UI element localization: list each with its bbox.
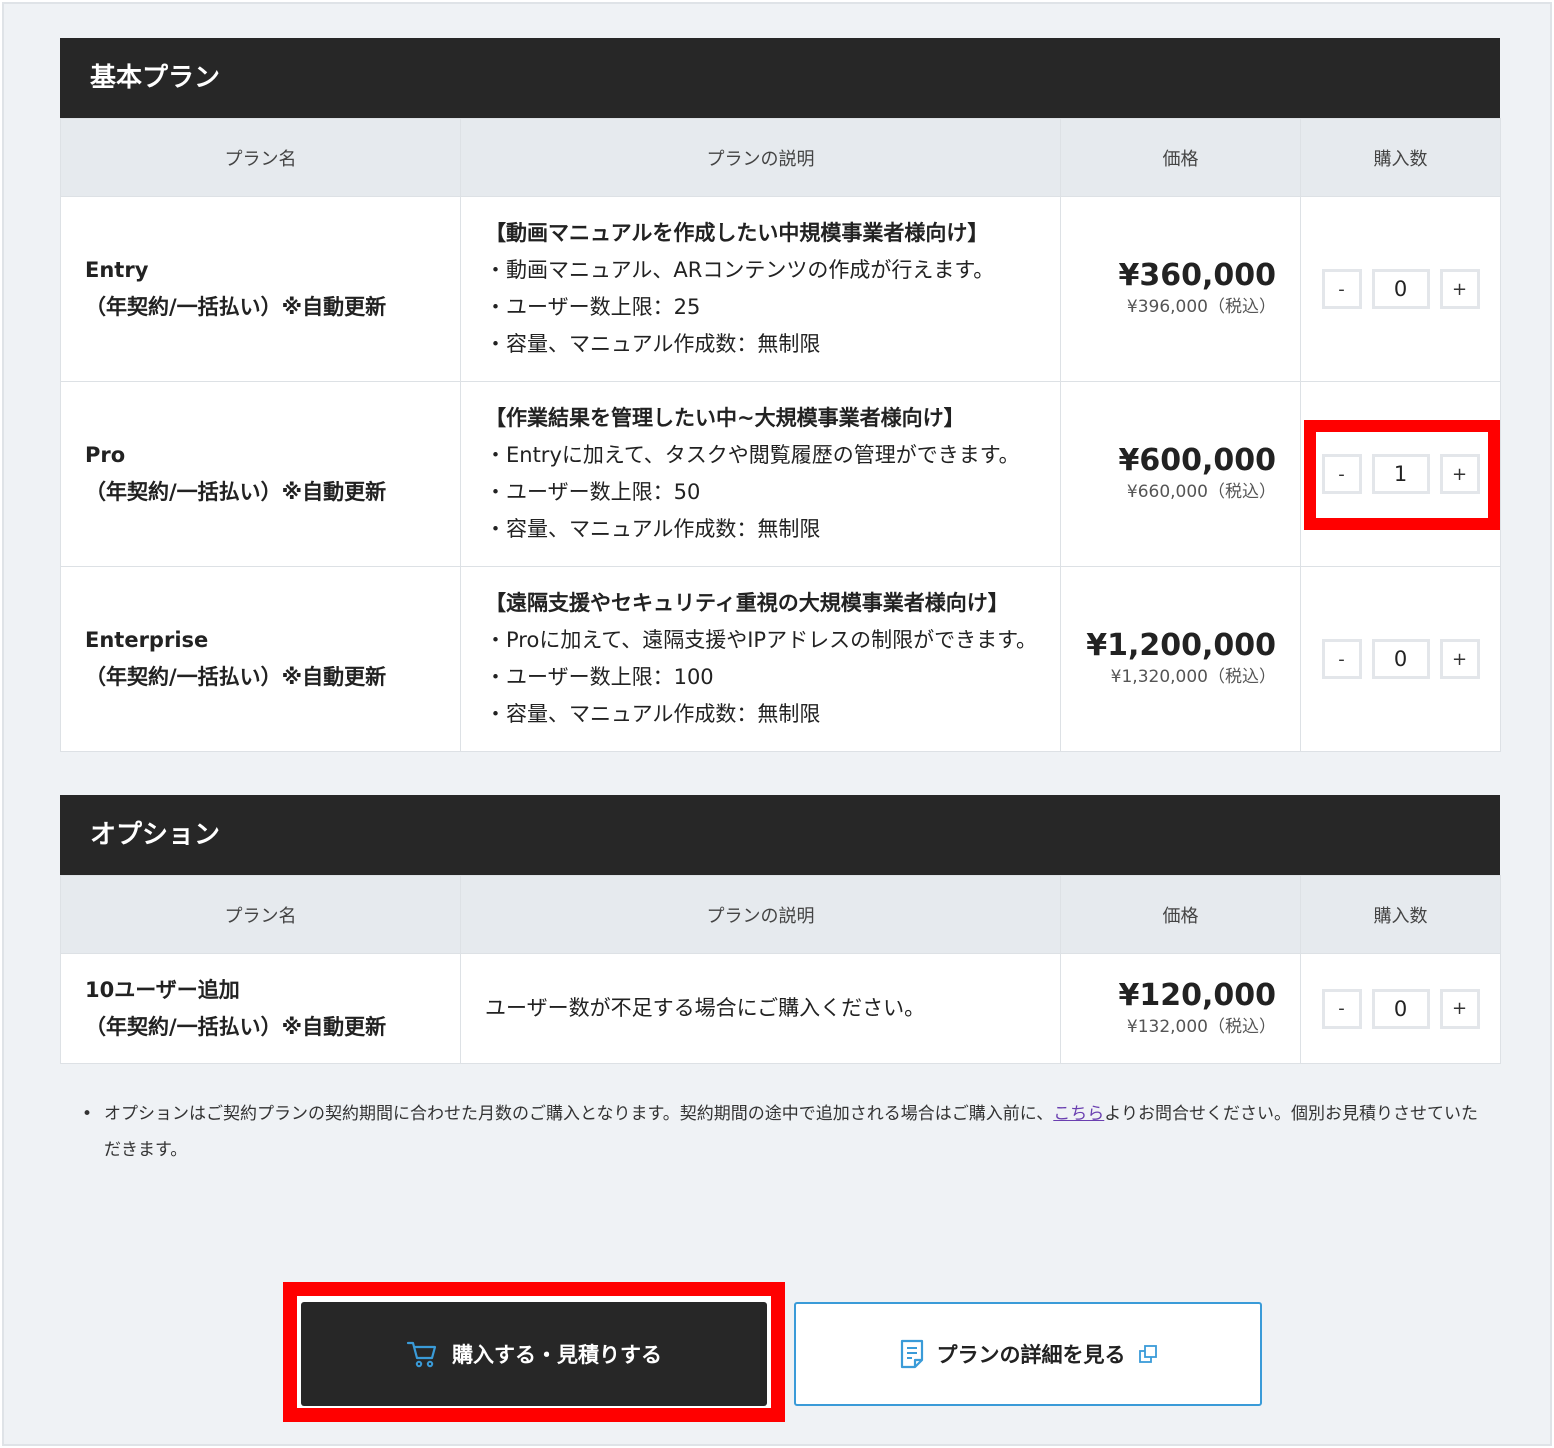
plan-feature: ・Proに加えて、遠隔支援やIPアドレスの制限ができます。 [485,628,1037,652]
plan-name: Pro [85,443,126,467]
note-bullet: • [82,1104,93,1124]
plan-feature: ・動画マニュアル、ARコンテンツの作成が行えます。 [485,258,995,282]
note-text-before: オプションはご契約プランの契約期間に合わせた月数のご購入となります。契約期間の途… [104,1104,1054,1124]
plan-description-cell: ユーザー数が不足する場合にご購入ください。 [460,953,1061,1064]
plan-feature: ・ユーザー数上限：25 [485,295,701,319]
plan-price: ¥360,000 [1118,258,1276,293]
buy-estimate-label: 購入する・見積りする [452,1343,662,1367]
plan-quantity-cell: - + [1300,566,1501,752]
increment-button[interactable]: + [1439,639,1480,679]
quantity-stepper-entry: - + [1321,269,1480,309]
plan-price: ¥600,000 [1118,443,1276,478]
cart-icon [406,1340,438,1368]
col-header-quantity: 購入数 [1300,875,1501,954]
plan-description-cell: 【動画マニュアルを作成したい中規模事業者様向け】 ・動画マニュアル、ARコンテン… [460,196,1061,382]
plan-price-tax: ¥660,000（税込） [1126,482,1276,502]
plan-term: （年契約/一括払い）※自動更新 [85,665,387,689]
plan-lead: 【作業結果を管理したい中~大規模事業者様向け】 [485,406,965,430]
quantity-stepper-enterprise: - + [1321,639,1480,679]
increment-button[interactable]: + [1439,988,1480,1029]
plan-lead: 【遠隔支援やセキュリティ重視の大規模事業者様向け】 [485,591,1009,615]
plan-feature: ・容量、マニュアル作成数：無制限 [485,332,821,356]
plan-feature: ・ユーザー数上限：50 [485,480,701,504]
plan-quantity-cell: - + [1300,381,1501,567]
decrement-button[interactable]: - [1321,269,1362,309]
quantity-stepper-pro: - + [1321,454,1480,494]
col-header-description: プランの説明 [460,875,1061,954]
plan-name-cell: Entry （年契約/一括払い）※自動更新 [60,196,461,382]
plan-name-cell: Pro （年契約/一括払い）※自動更新 [60,381,461,567]
plan-quantity-cell: - + [1300,196,1501,382]
table-header-row: プラン名 プランの説明 価格 購入数 [60,118,1501,197]
plan-term: （年契約/一括払い）※自動更新 [85,1014,387,1039]
external-link-icon [1138,1344,1158,1364]
quantity-stepper-option: - + [1321,988,1480,1029]
plan-name-cell: 10ユーザー追加 （年契約/一括払い）※自動更新 [60,953,461,1064]
plan-quantity-cell: - + [1300,953,1501,1064]
increment-button[interactable]: + [1439,269,1480,309]
plan-price-cell: ¥120,000 ¥132,000（税込） [1060,953,1301,1064]
plan-name: Entry [85,258,149,282]
table-row-option-users: 10ユーザー追加 （年契約/一括払い）※自動更新 ユーザー数が不足する場合にご購… [60,953,1501,1064]
plan-description-cell: 【作業結果を管理したい中~大規模事業者様向け】 ・Entryに加えて、タスクや閲… [460,381,1061,567]
decrement-button[interactable]: - [1321,454,1362,494]
plan-price-cell: ¥1,200,000 ¥1,320,000（税込） [1060,566,1301,752]
plan-price-tax: ¥132,000（税込） [1126,1016,1276,1037]
plan-detail-label: プランの詳細を見る [936,1343,1126,1367]
quantity-input[interactable] [1371,639,1430,679]
plan-price: ¥120,000 [1118,977,1276,1013]
table-row-pro: Pro （年契約/一括払い）※自動更新 【作業結果を管理したい中~大規模事業者様… [60,381,1501,567]
plan-feature: ・容量、マニュアル作成数：無制限 [485,702,821,726]
decrement-button[interactable]: - [1321,639,1362,679]
pricing-page: 基本プラン プラン名 プランの説明 価格 購入数 Entry （年契約/一括払い… [2,2,1552,1446]
plan-term: （年契約/一括払い）※自動更新 [85,480,387,504]
buy-estimate-button[interactable]: 購入する・見積りする [301,1302,767,1406]
option-table: プラン名 プランの説明 価格 購入数 10ユーザー追加 （年契約/一括払い）※自… [60,875,1501,1064]
quantity-input[interactable] [1371,269,1430,309]
col-header-description: プランの説明 [460,118,1061,197]
note-text: オプションはご契約プランの契約期間に合わせた月数のご購入となります。契約期間の途… [82,1096,1492,1168]
plan-feature: ・容量、マニュアル作成数：無制限 [485,517,821,541]
plan-lead: 【動画マニュアルを作成したい中規模事業者様向け】 [485,221,989,245]
plan-price-tax: ¥1,320,000（税込） [1110,667,1276,687]
option-note: • オプションはご契約プランの契約期間に合わせた月数のご購入となります。契約期間… [82,1096,1492,1168]
plan-price-cell: ¥360,000 ¥396,000（税込） [1060,196,1301,382]
col-header-price: 価格 [1060,875,1301,954]
col-header-price: 価格 [1060,118,1301,197]
plan-description: ユーザー数が不足する場合にご購入ください。 [485,996,926,1020]
decrement-button[interactable]: - [1321,988,1362,1029]
plan-price-tax: ¥396,000（税込） [1126,297,1276,317]
col-header-plan-name: プラン名 [60,118,461,197]
basic-plan-table: プラン名 プランの説明 価格 購入数 Entry （年契約/一括払い）※自動更新… [60,118,1501,752]
plan-feature: ・Entryに加えて、タスクや閲覧履歴の管理ができます。 [485,443,1020,467]
plan-name: 10ユーザー追加 [85,977,240,1002]
plan-name: Enterprise [85,628,209,652]
option-title: オプション [60,795,1500,875]
table-row-entry: Entry （年契約/一括払い）※自動更新 【動画マニュアルを作成したい中規模事… [60,196,1501,382]
quantity-input[interactable] [1371,988,1430,1029]
basic-plan-title: 基本プラン [60,38,1500,118]
plan-description-cell: 【遠隔支援やセキュリティ重視の大規模事業者様向け】 ・Proに加えて、遠隔支援や… [460,566,1061,752]
table-header-row: プラン名 プランの説明 価格 購入数 [60,875,1501,954]
plan-detail-button[interactable]: プランの詳細を見る [794,1302,1262,1406]
increment-button[interactable]: + [1439,454,1480,494]
plan-term: （年契約/一括払い）※自動更新 [85,295,387,319]
document-icon [899,1339,925,1369]
plan-price-cell: ¥600,000 ¥660,000（税込） [1060,381,1301,567]
contact-link[interactable]: こちら [1053,1104,1104,1124]
plan-price: ¥1,200,000 [1086,628,1276,663]
plan-feature: ・ユーザー数上限：100 [485,665,714,689]
quantity-input[interactable] [1371,454,1430,494]
col-header-quantity: 購入数 [1300,118,1501,197]
col-header-plan-name: プラン名 [60,875,461,954]
plan-name-cell: Enterprise （年契約/一括払い）※自動更新 [60,566,461,752]
table-row-enterprise: Enterprise （年契約/一括払い）※自動更新 【遠隔支援やセキュリティ重… [60,566,1501,752]
